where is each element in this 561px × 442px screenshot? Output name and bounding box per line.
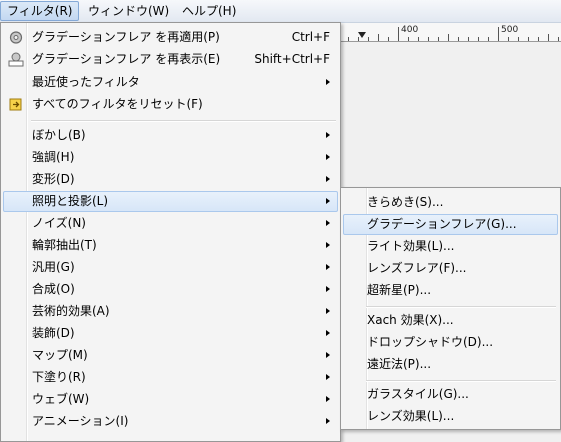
filter-menu: グラデーションフレア を再適用(P) Ctrl+F グラデーションフレア を再表… [0, 22, 341, 442]
submenu-arrow-icon [326, 330, 330, 336]
ruler-marker-icon [358, 32, 366, 38]
submenu-item-lighting[interactable]: ライト効果(L)... [343, 236, 558, 257]
menu-item-decor-label: 装飾(D) [32, 326, 75, 340]
ruler-label-500: 500 [501, 25, 519, 35]
menu-item-distorts-label: 変形(D) [32, 172, 75, 186]
menubar: フィルタ(R) ウィンドウ(W) ヘルプ(H) [0, 0, 561, 23]
menu-item-artistic-label: 芸術的効果(A) [32, 304, 110, 318]
menu-item-reset-label: すべてのフィルタをリセット(F) [32, 97, 203, 111]
menu-item-edge-detect[interactable]: 輪郭抽出(T) [3, 235, 338, 256]
menu-item-recent[interactable]: 最近使ったフィルタ [3, 72, 338, 93]
menu-item-animation-label: アニメーション(I) [32, 414, 129, 428]
submenu-item-lens-effect-label: レンズ効果(L)... [367, 409, 455, 423]
menu-item-combine-label: 合成(O) [32, 282, 75, 296]
submenu-item-drop-shadow-label: ドロップシャドウ(D)... [367, 335, 494, 349]
menu-item-recent-label: 最近使ったフィルタ [32, 75, 140, 89]
menu-item-light-shadow[interactable]: 照明と投影(L) [3, 191, 338, 212]
submenu-item-sparkle-label: きらめき(S)... [367, 195, 444, 209]
submenu-arrow-icon [326, 286, 330, 292]
menu-item-edge-detect-label: 輪郭抽出(T) [32, 238, 97, 252]
menu-item-repeat[interactable]: グラデーションフレア を再適用(P) Ctrl+F [3, 27, 338, 48]
light-shadow-submenu: きらめき(S)... グラデーションフレア(G)... ライト効果(L)... … [340, 187, 561, 430]
submenu-item-xach[interactable]: Xach 効果(X)... [343, 310, 558, 331]
menu-item-decor[interactable]: 装飾(D) [3, 323, 338, 344]
submenu-item-perspective[interactable]: 遠近法(P)... [343, 354, 558, 375]
submenu-item-supernova-label: 超新星(P)... [367, 283, 432, 297]
menubar-window[interactable]: ウィンドウ(W) [82, 1, 175, 21]
submenu-separator [366, 380, 556, 382]
submenu-item-glass-tile-label: ガラスタイル(G)... [367, 387, 469, 401]
menu-item-repeat-shortcut: Ctrl+F [291, 30, 330, 44]
menu-item-generic[interactable]: 汎用(G) [3, 257, 338, 278]
submenu-arrow-icon [326, 154, 330, 160]
menu-item-web[interactable]: ウェブ(W) [3, 389, 338, 410]
submenu-item-drop-shadow[interactable]: ドロップシャドウ(D)... [343, 332, 558, 353]
submenu-arrow-icon [326, 132, 330, 138]
submenu-arrow-icon [326, 352, 330, 358]
menu-item-noise[interactable]: ノイズ(N) [3, 213, 338, 234]
submenu-item-lens-effect[interactable]: レンズ効果(L)... [343, 406, 558, 427]
submenu-item-gradient-flare[interactable]: グラデーションフレア(G)... [343, 214, 558, 235]
submenu-arrow-icon [326, 374, 330, 380]
menu-item-repeat-label: グラデーションフレア を再適用(P) [32, 30, 220, 44]
menu-separator [31, 120, 336, 122]
menu-item-enhance[interactable]: 強調(H) [3, 147, 338, 168]
submenu-item-glass-tile[interactable]: ガラスタイル(G)... [343, 384, 558, 405]
menu-item-distorts[interactable]: 変形(D) [3, 169, 338, 190]
menu-item-reshow-shortcut: Shift+Ctrl+F [254, 52, 330, 66]
menu-item-light-shadow-label: 照明と投影(L) [32, 194, 109, 208]
menu-item-generic-label: 汎用(G) [32, 260, 75, 274]
menu-item-map[interactable]: マップ(M) [3, 345, 338, 366]
submenu-arrow-icon [326, 242, 330, 248]
submenu-item-lighting-label: ライト効果(L)... [367, 239, 455, 253]
gear-repeat-icon [9, 31, 23, 44]
submenu-arrow-icon [326, 308, 330, 314]
submenu-item-lens-flare-label: レンズフレア(F)... [367, 261, 467, 275]
menu-item-noise-label: ノイズ(N) [32, 216, 86, 230]
menu-item-render-label: 下塗り(R) [32, 370, 86, 384]
menu-item-blur-label: ぼかし(B) [32, 128, 86, 142]
submenu-item-sparkle[interactable]: きらめき(S)... [343, 192, 558, 213]
menu-item-map-label: マップ(M) [32, 348, 88, 362]
submenu-arrow-icon [326, 198, 330, 204]
menu-item-blur[interactable]: ぼかし(B) [3, 125, 338, 146]
menu-item-render[interactable]: 下塗り(R) [3, 367, 338, 388]
menu-item-enhance-label: 強調(H) [32, 150, 75, 164]
horizontal-ruler: 400 500 [330, 23, 561, 42]
menu-item-artistic[interactable]: 芸術的効果(A) [3, 301, 338, 322]
menubar-help[interactable]: ヘルプ(H) [176, 1, 242, 21]
submenu-item-supernova[interactable]: 超新星(P)... [343, 280, 558, 301]
submenu-item-gradient-flare-label: グラデーションフレア(G)... [367, 217, 517, 231]
menu-item-reset[interactable]: すべてのフィルタをリセット(F) [3, 94, 338, 115]
menu-item-reshow[interactable]: グラデーションフレア を再表示(E) Shift+Ctrl+F [3, 49, 338, 70]
submenu-arrow-icon [326, 220, 330, 226]
submenu-arrow-icon [326, 176, 330, 182]
submenu-item-xach-label: Xach 効果(X)... [367, 313, 454, 327]
submenu-arrow-icon [326, 396, 330, 402]
menu-item-animation[interactable]: アニメーション(I) [3, 411, 338, 432]
menubar-filter[interactable]: フィルタ(R) [0, 1, 80, 21]
menu-item-combine[interactable]: 合成(O) [3, 279, 338, 300]
submenu-arrow-icon [326, 264, 330, 270]
gear-reshow-icon [8, 52, 24, 67]
reset-icon [9, 98, 22, 111]
submenu-arrow-icon [326, 418, 330, 424]
submenu-item-perspective-label: 遠近法(P)... [367, 357, 432, 371]
submenu-arrow-icon [326, 79, 330, 85]
submenu-separator [366, 306, 556, 308]
menu-item-reshow-label: グラデーションフレア を再表示(E) [32, 52, 221, 66]
submenu-item-lens-flare[interactable]: レンズフレア(F)... [343, 258, 558, 279]
menu-item-web-label: ウェブ(W) [32, 392, 90, 406]
ruler-label-400: 400 [401, 25, 419, 35]
